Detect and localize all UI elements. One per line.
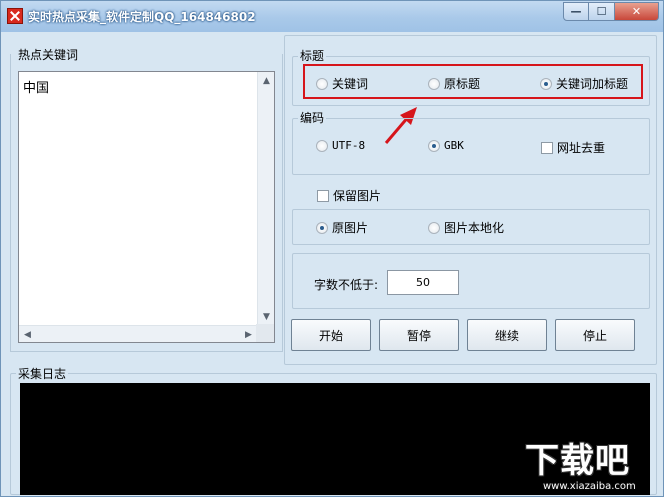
scroll-up-icon[interactable]: ▲ [258, 72, 275, 89]
encoding-option-gbk[interactable]: GBK [428, 139, 464, 152]
keep-images-checkbox[interactable]: 保留图片 [317, 187, 381, 204]
min-chars-value: 50 [416, 276, 430, 289]
button-label: 继续 [494, 328, 519, 343]
horizontal-scrollbar[interactable]: ◀ ▶ [19, 325, 257, 342]
checkbox-icon [541, 141, 553, 154]
minimize-icon: — [570, 5, 582, 18]
title-bar[interactable]: 实时热点采集_软件定制QQ_164846802 — ☐ ✕ [1, 1, 663, 32]
radio-off-icon [428, 77, 440, 90]
radio-label: 原图片 [332, 221, 369, 235]
maximize-button[interactable]: ☐ [589, 2, 615, 21]
window-title: 实时热点采集_软件定制QQ_164846802 [28, 10, 256, 24]
button-label: 暂停 [406, 328, 431, 343]
list-item[interactable]: 中国 [23, 77, 49, 96]
scroll-down-icon[interactable]: ▼ [258, 308, 275, 325]
radio-on-icon [540, 77, 552, 90]
radio-on-icon [316, 221, 328, 234]
checkbox-label: 网址去重 [557, 141, 606, 155]
encoding-group-label: 编码 [298, 109, 327, 126]
maximize-icon: ☐ [596, 5, 607, 18]
app-logo-icon [7, 8, 23, 24]
radio-label: 关键词加标题 [556, 77, 629, 91]
watermark: 下载吧 www.xiazaiba.com [525, 433, 661, 495]
close-button[interactable]: ✕ [615, 2, 659, 21]
window-controls: — ☐ ✕ [563, 2, 659, 21]
radio-label: 图片本地化 [444, 221, 505, 235]
watermark-brand: 下载吧 [525, 441, 630, 481]
image-option-original[interactable]: 原图片 [316, 219, 368, 236]
radio-label: 原标题 [444, 77, 481, 91]
checkbox-label: 保留图片 [333, 189, 382, 203]
scroll-left-icon[interactable]: ◀ [19, 326, 36, 343]
dedupe-url-checkbox[interactable]: 网址去重 [541, 139, 605, 156]
log-group-label: 采集日志 [16, 365, 69, 382]
minimize-button[interactable]: — [563, 2, 589, 21]
min-chars-label: 字数不低于: [314, 278, 379, 292]
scrollbar-corner [256, 324, 274, 342]
app-window: 实时热点采集_软件定制QQ_164846802 — ☐ ✕ 热点关键词 中国 ▲… [0, 0, 664, 497]
keywords-group-label: 热点关键词 [16, 46, 81, 63]
radio-off-icon [316, 77, 328, 90]
title-option-original[interactable]: 原标题 [428, 75, 480, 92]
image-option-localize[interactable]: 图片本地化 [428, 219, 504, 236]
close-icon: ✕ [631, 5, 642, 18]
stop-button[interactable]: 停止 [555, 319, 635, 351]
pause-button[interactable]: 暂停 [379, 319, 459, 351]
radio-on-icon [428, 139, 440, 152]
vertical-scrollbar[interactable]: ▲ ▼ [257, 72, 274, 325]
radio-label: UTF-8 [332, 139, 366, 152]
button-label: 停止 [582, 328, 607, 343]
resume-button[interactable]: 继续 [467, 319, 547, 351]
encoding-option-utf8[interactable]: UTF-8 [316, 139, 365, 152]
start-button[interactable]: 开始 [291, 319, 371, 351]
scroll-right-icon[interactable]: ▶ [240, 326, 257, 343]
radio-off-icon [316, 139, 328, 152]
min-chars-input[interactable]: 50 [387, 270, 459, 295]
title-group-label: 标题 [298, 47, 327, 64]
checkbox-icon [317, 189, 329, 202]
watermark-url: www.xiazaiba.com [543, 481, 636, 492]
radio-off-icon [428, 221, 440, 234]
radio-label: GBK [444, 139, 464, 152]
keywords-listbox[interactable]: 中国 ▲ ▼ ◀ ▶ [18, 71, 275, 343]
title-option-keyword-and-title[interactable]: 关键词加标题 [540, 75, 628, 92]
button-label: 开始 [318, 328, 343, 343]
title-option-keyword[interactable]: 关键词 [316, 75, 368, 92]
radio-label: 关键词 [332, 77, 369, 91]
